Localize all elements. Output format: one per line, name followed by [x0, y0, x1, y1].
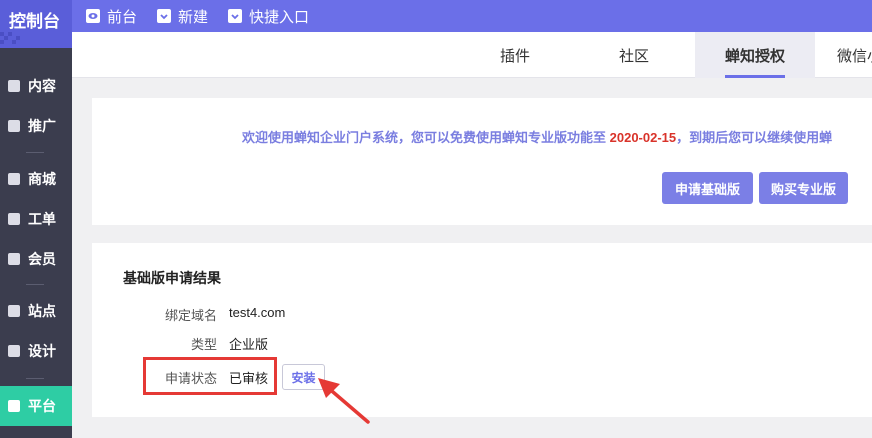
tab-label: 社区	[618, 47, 649, 65]
clipboard-icon	[8, 213, 20, 225]
apply-basic-button[interactable]: 申请基础版	[662, 172, 753, 204]
notice-suffix: ，到期后您可以继续使用蝉	[676, 130, 833, 145]
top-nav: 前台 新建 快捷入口	[86, 0, 329, 32]
tab-label: 蝉知授权	[724, 47, 785, 65]
sidebar: 内容 推广 商城 工单 会员 站点 设计 平台	[0, 48, 72, 438]
sidebar-divider	[26, 378, 44, 379]
frontend-link[interactable]: 前台	[86, 6, 137, 27]
tab-community[interactable]: 社区	[574, 32, 694, 78]
license-notice-panel: 欢迎使用蝉知企业门户系统，您可以免费使用蝉知专业版功能至 2020-02-15，…	[92, 98, 872, 225]
type-value: 企业版	[229, 337, 269, 352]
eye-icon	[86, 9, 100, 23]
shopping-bag-icon	[8, 173, 20, 185]
top-bar: 前台 新建 快捷入口	[0, 0, 872, 32]
sidebar-item-site[interactable]: 站点	[0, 292, 72, 330]
sidebar-item-label: 工单	[28, 211, 56, 227]
application-result-panel: 基础版申请结果 绑定域名 test4.com 类型 企业版 申请状态 已审核 安…	[92, 243, 872, 417]
shortcut-label: 快捷入口	[249, 8, 310, 26]
sidebar-divider	[26, 152, 44, 153]
chevron-down-icon	[228, 9, 243, 23]
tab-license[interactable]: 蝉知授权	[695, 32, 815, 78]
document-icon	[8, 80, 20, 92]
brand-logo[interactable]: 控制台	[0, 0, 72, 48]
domain-value: test4.com	[229, 305, 286, 320]
type-label: 类型	[190, 337, 217, 352]
status-highlight-box	[143, 357, 277, 395]
brand-title: 控制台	[9, 12, 60, 31]
plus-square-icon	[157, 9, 172, 23]
diamond-icon	[8, 253, 20, 265]
sidebar-item-label: 商城	[28, 171, 56, 187]
notice-prefix: 欢迎使用蝉知企业门户系统，您可以免费使用蝉知专业版功能至	[242, 130, 610, 145]
sidebar-item-mall[interactable]: 商城	[0, 160, 72, 198]
brand-pixel-decoration	[0, 32, 72, 46]
buy-pro-button[interactable]: 购买专业版	[759, 172, 848, 204]
result-title: 基础版申请结果	[123, 270, 221, 286]
tab-wechat[interactable]: 微信小	[815, 32, 872, 78]
sidebar-item-label: 内容	[28, 78, 56, 94]
sidebar-item-member[interactable]: 会员	[0, 240, 72, 278]
new-label: 新建	[178, 8, 209, 26]
tab-label: 插件	[499, 47, 530, 65]
sidebar-item-ticket[interactable]: 工单	[0, 200, 72, 238]
sidebar-divider	[26, 284, 44, 285]
frontend-label: 前台	[107, 8, 138, 26]
sidebar-item-label: 平台	[28, 398, 56, 414]
domain-label: 绑定域名	[164, 308, 217, 323]
sidebar-item-label: 会员	[28, 251, 56, 267]
sidebar-item-label: 推广	[28, 118, 56, 134]
sidebar-item-label: 设计	[28, 343, 56, 359]
tab-label: 微信小	[837, 47, 872, 65]
sidebar-item-platform[interactable]: 平台	[0, 386, 72, 426]
location-pin-icon	[8, 305, 20, 317]
sidebar-item-promotion[interactable]: 推广	[0, 107, 72, 145]
sidebar-item-content[interactable]: 内容	[0, 67, 72, 105]
red-arrow-icon	[318, 378, 370, 424]
tab-bar: 插件 社区 蝉知授权 微信小	[72, 32, 872, 78]
sidebar-item-design[interactable]: 设计	[0, 332, 72, 370]
new-link[interactable]: 新建	[157, 6, 208, 27]
notice-date: 2020-02-15	[609, 130, 677, 145]
megaphone-icon	[8, 120, 20, 132]
sidebar-item-label: 站点	[28, 303, 56, 319]
shortcut-link[interactable]: 快捷入口	[228, 6, 309, 27]
platform-icon	[8, 400, 20, 412]
notice-text: 欢迎使用蝉知企业门户系统，您可以免费使用蝉知专业版功能至 2020-02-15，…	[242, 127, 832, 146]
design-icon	[8, 345, 20, 357]
tab-plugins[interactable]: 插件	[456, 32, 574, 78]
